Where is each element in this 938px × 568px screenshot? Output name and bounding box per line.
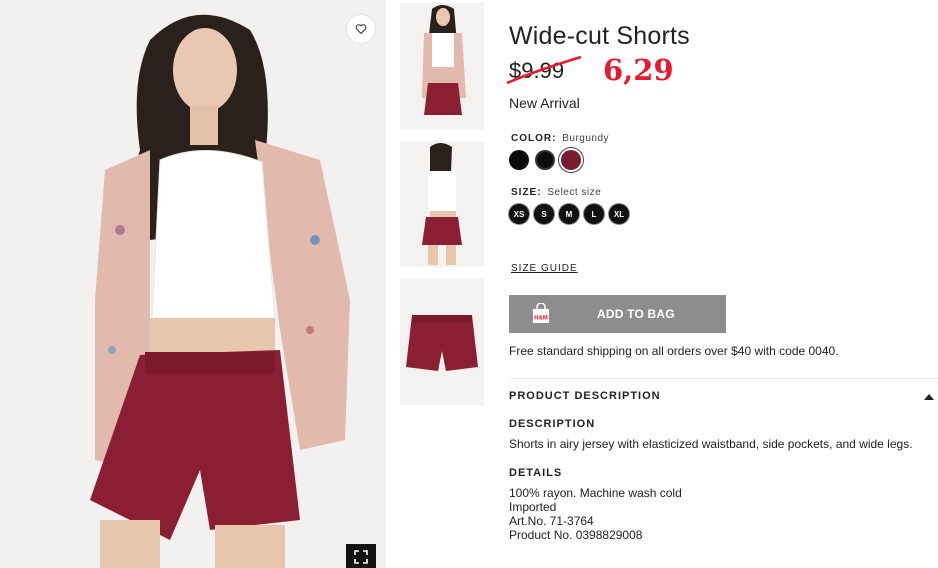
size-options: XS S M L XL	[509, 204, 629, 224]
sale-price: 6,29	[603, 53, 674, 87]
size-option-s[interactable]: S	[534, 204, 554, 224]
details-item: 100% rayon. Machine wash cold	[509, 486, 682, 500]
color-label-row: COLOR: Burgundy	[511, 133, 609, 144]
thumbnail-image	[400, 141, 484, 267]
collapse-caret-icon[interactable]	[924, 393, 934, 401]
color-swatch-burgundy[interactable]	[561, 150, 581, 170]
color-swatch-black[interactable]	[509, 150, 529, 170]
color-value: Burgundy	[562, 133, 610, 144]
details-item: Product No. 0398829008	[509, 528, 643, 542]
main-product-image	[0, 0, 386, 568]
description-heading: DESCRIPTION	[509, 418, 596, 430]
model-photo	[0, 0, 386, 568]
product-title: Wide-cut Shorts	[509, 22, 690, 50]
color-label: COLOR:	[511, 133, 557, 144]
thumbnail-image	[400, 279, 484, 405]
details-list: 100% rayon. Machine wash cold Imported A…	[509, 486, 682, 542]
details-item: Art.No. 71-3764	[509, 514, 594, 528]
size-option-m[interactable]: M	[559, 204, 579, 224]
section-divider	[509, 378, 938, 379]
price-strikethrough-mark	[506, 55, 582, 85]
size-label: SIZE:	[511, 187, 542, 198]
size-option-xl[interactable]: XL	[609, 204, 629, 224]
thumbnail-front[interactable]	[400, 3, 484, 129]
color-swatches	[509, 150, 581, 170]
thumbnail-flat[interactable]	[400, 279, 484, 405]
new-arrival-badge: New Arrival	[509, 95, 580, 111]
size-label-row: SIZE: Select size	[511, 187, 601, 198]
size-guide-link[interactable]: SIZE GUIDE	[511, 263, 578, 274]
heart-icon	[355, 24, 367, 35]
shopping-bag-icon: H&M	[530, 303, 552, 325]
add-to-bag-label: ADD TO BAG	[597, 307, 675, 321]
size-option-xs[interactable]: XS	[509, 204, 529, 224]
size-value: Select size	[547, 187, 602, 198]
expand-icon	[354, 550, 368, 564]
description-text: Shorts in airy jersey with elasticized w…	[509, 437, 913, 451]
thumbnail-back[interactable]	[400, 141, 484, 267]
product-description-header[interactable]: PRODUCT DESCRIPTION	[509, 390, 661, 402]
shipping-note: Free standard shipping on all orders ove…	[509, 344, 839, 358]
details-heading: DETAILS	[509, 467, 563, 479]
favorite-button[interactable]	[347, 15, 375, 43]
color-swatch-black-2[interactable]	[535, 150, 555, 170]
bag-logo-text: H&M	[534, 316, 548, 322]
thumbnail-image	[400, 3, 484, 129]
details-item: Imported	[509, 500, 557, 514]
size-option-l[interactable]: L	[584, 204, 604, 224]
fullscreen-button[interactable]	[346, 544, 376, 568]
add-to-bag-button[interactable]: H&M ADD TO BAG	[509, 295, 726, 333]
